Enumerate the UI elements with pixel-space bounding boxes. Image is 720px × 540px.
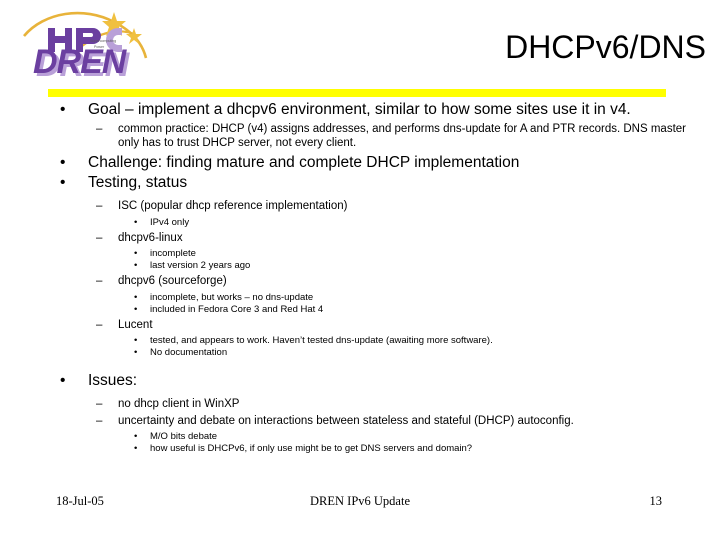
bullet-text: last version 2 years ago: [150, 260, 251, 271]
bullet-marker-icon: •: [134, 291, 138, 303]
bullet-level3-ipv4-only: • IPv4 only: [0, 217, 720, 229]
bullet-marker-icon: •: [60, 101, 66, 118]
bullet-level3-mo-bits-debate: • M/O bits debate: [0, 431, 720, 443]
bullet-text: dhcpv6 (sourceforge): [118, 275, 227, 287]
bullet-text: dhcpv6-linux: [118, 231, 183, 244]
bullet-level3-incomplete: • incomplete: [0, 248, 720, 260]
page-title: DHCPv6/DNS: [505, 29, 706, 65]
bullet-level3-last-version: • last version 2 years ago: [0, 260, 720, 272]
bullet-level3-how-useful-dhcpv6: • how useful is DHCPv6, if only use migh…: [0, 443, 720, 455]
bullet-text: IPv4 only: [150, 216, 190, 228]
logo-dren-wordmark: DREN DREN: [33, 43, 132, 84]
bullet-text: ISC (popular dhcp reference implementati…: [118, 200, 348, 212]
bullet-level2-dhcpv6-linux: – dhcpv6-linux: [0, 232, 720, 246]
bullet-level3-tested-works: • tested, and appears to work. Haven’t t…: [0, 335, 720, 347]
bullet-level2-common-practice: – common practice: DHCP (v4) assigns add…: [0, 123, 720, 150]
bullet-level3-fedora-redhat: • included in Fedora Core 3 and Red Hat …: [0, 304, 720, 316]
bullet-level2-no-dhcp-client-winxp: – no dhcp client in WinXP: [0, 398, 720, 412]
bullet-text: no dhcp client in WinXP: [118, 398, 240, 410]
footer-title: DREN IPv6 Update: [310, 494, 410, 508]
slide: Supercomputing Power DREN DREN DHCPv6/DN…: [0, 0, 720, 540]
bullet-level1-issues: • Issues:: [0, 371, 720, 390]
bullet-marker-icon: •: [134, 431, 138, 442]
bullet-marker-icon: •: [60, 174, 66, 191]
bullet-marker-icon: •: [134, 347, 138, 358]
bullet-level3-no-documentation: • No documentation: [0, 347, 720, 359]
dash-marker-icon: –: [96, 398, 103, 410]
bullet-marker-icon: •: [134, 303, 138, 315]
bullet-level1-challenge: • Challenge: finding mature and complete…: [0, 153, 720, 172]
bullet-level2-uncertainty-debate: – uncertainty and debate on interactions…: [0, 415, 720, 429]
bullet-text: uncertainty and debate on interactions b…: [118, 414, 574, 427]
bullet-level1-testing-status: • Testing, status: [0, 173, 720, 192]
bullet-marker-icon: •: [134, 443, 138, 454]
bullet-text: M/O bits debate: [150, 431, 218, 442]
bullet-text: tested, and appears to work. Haven’t tes…: [150, 335, 493, 346]
dash-marker-icon: –: [96, 123, 103, 135]
bullet-text: included in Fedora Core 3 and Red Hat 4: [150, 303, 324, 315]
bullet-text: No documentation: [150, 347, 228, 358]
slide-body: • Goal – implement a dhcpv6 environment,…: [0, 100, 720, 455]
svg-text:DREN: DREN: [33, 43, 128, 81]
bullet-level2-dhcpv6-sourceforge: – dhcpv6 (sourceforge): [0, 275, 720, 289]
dash-marker-icon: –: [96, 200, 103, 212]
bullet-level2-lucent: – Lucent: [0, 319, 720, 333]
bullet-level3-incomplete-works: • incomplete, but works – no dns-update: [0, 292, 720, 304]
footer-page-number: 13: [649, 494, 663, 508]
bullet-marker-icon: •: [134, 248, 138, 259]
bullet-text: Goal – implement a dhcpv6 environment, s…: [88, 101, 631, 118]
bullet-marker-icon: •: [134, 335, 138, 346]
bullet-level2-isc: – ISC (popular dhcp reference implementa…: [0, 200, 720, 214]
bullet-marker-icon: •: [60, 372, 66, 389]
bullet-text: Testing, status: [88, 174, 188, 191]
bullet-text: incomplete: [150, 248, 196, 259]
dash-marker-icon: –: [96, 275, 103, 287]
slide-footer: 18-Jul-05 DREN IPv6 Update 13: [0, 494, 720, 514]
dash-marker-icon: –: [96, 414, 103, 427]
bullet-level1-goal: • Goal – implement a dhcpv6 environment,…: [0, 100, 720, 119]
dash-marker-icon: –: [96, 231, 103, 244]
dren-logo: Supercomputing Power DREN DREN: [22, 2, 202, 84]
bullet-marker-icon: •: [134, 216, 138, 228]
bullet-marker-icon: •: [60, 154, 66, 171]
bullet-text: Lucent: [118, 318, 153, 331]
dash-marker-icon: –: [96, 318, 103, 331]
bullet-text: incomplete, but works – no dns-update: [150, 291, 314, 303]
dren-logo-graphic: Supercomputing Power DREN DREN: [23, 11, 148, 84]
title-divider-rule: [48, 89, 666, 97]
bullet-marker-icon: •: [134, 260, 138, 271]
bullet-text: how useful is DHCPv6, if only use might …: [150, 443, 473, 454]
bullet-list: • Goal – implement a dhcpv6 environment,…: [0, 100, 720, 455]
bullet-text: Issues:: [88, 372, 138, 389]
bullet-text: common practice: DHCP (v4) assigns addre…: [118, 123, 686, 149]
bullet-text: Challenge: finding mature and complete D…: [88, 154, 520, 171]
